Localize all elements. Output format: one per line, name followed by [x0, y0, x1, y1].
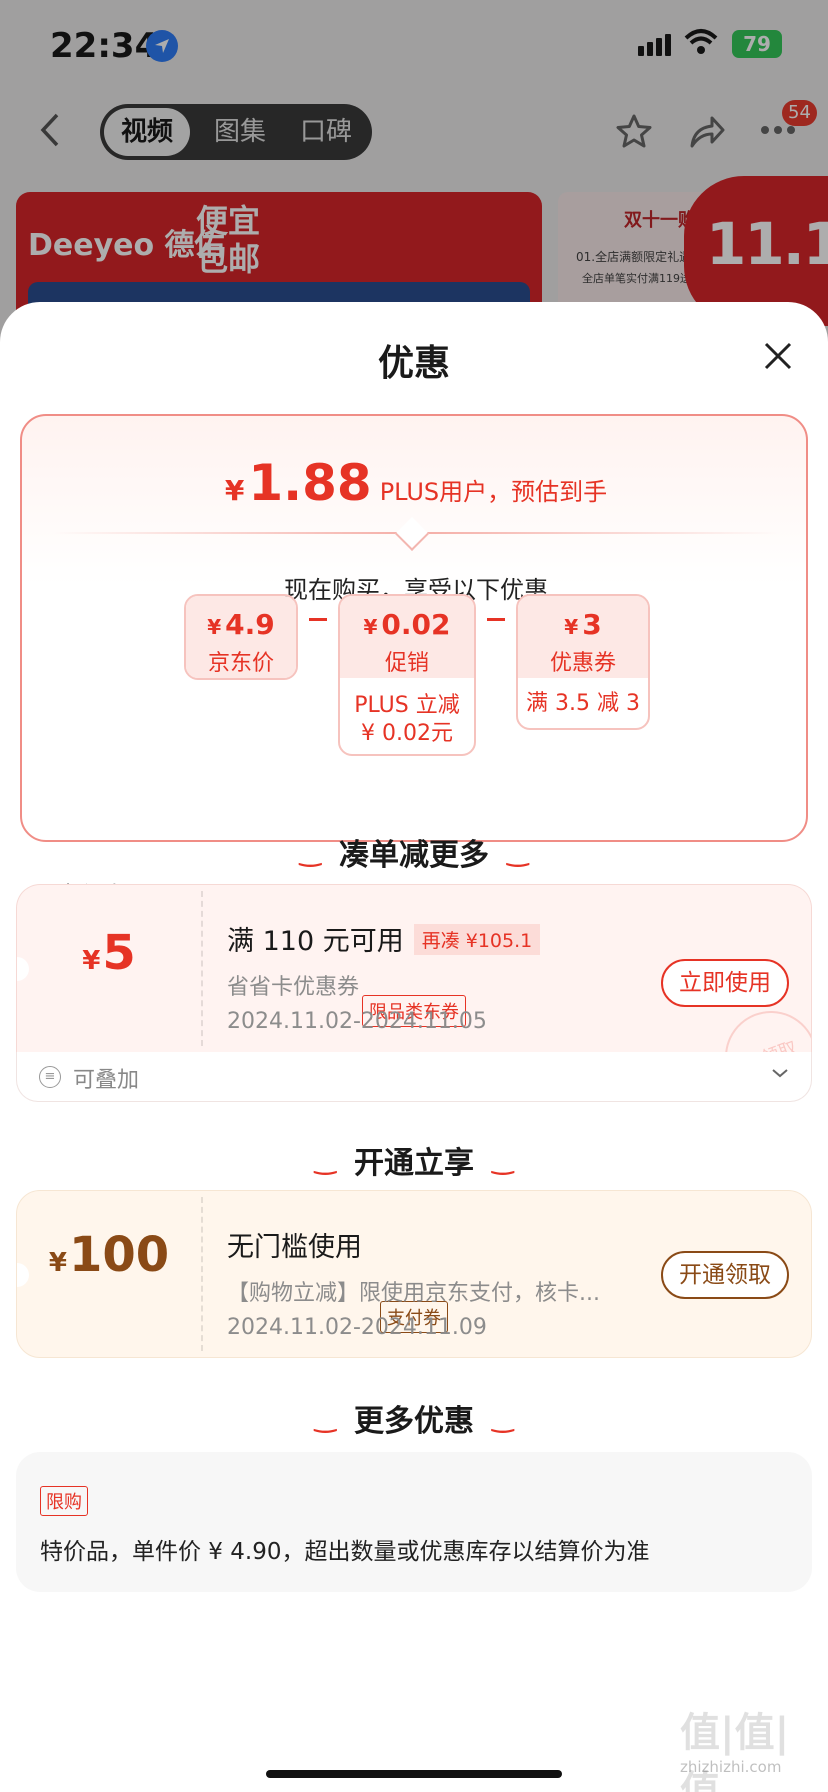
coupon-extra-needed: 再凑 ¥105.1	[413, 924, 541, 955]
coupon-amount: ¥100	[48, 1227, 170, 1283]
price-estimate-card: ¥1.88 PLUS用户，预估到手 现在购买，享受以下优惠 ¥4.9 京东价 ¥0…	[20, 414, 808, 842]
breakdown-amount: 4.9	[225, 608, 275, 641]
site-watermark: 值|值|值	[680, 1710, 790, 1792]
breakdown-coupon: ¥3 优惠券 满 3.5 减 3	[516, 594, 650, 730]
breakdown-detail: ¥ 0.02元	[361, 721, 453, 746]
section-title-more-deals: ‿ 更多优惠 ‿	[314, 1404, 514, 1439]
breakdown-promotion: ¥0.02 促销 PLUS 立减 ¥ 0.02元	[338, 594, 476, 756]
minus-sign	[309, 618, 327, 621]
breakdown-detail: 满 3.5 减 3	[526, 691, 640, 716]
sheet-title: 优惠	[377, 343, 450, 384]
use-now-button[interactable]: 立即使用	[661, 959, 789, 1007]
section-title-open: ‿ 开通立享 ‿	[314, 1146, 514, 1181]
breakdown-label: 京东价	[207, 651, 274, 676]
coupon-divider	[201, 891, 203, 1046]
section-title-more-order: ‿ 凑单减更多 ‿	[299, 838, 529, 873]
breakdown-jd-price: ¥4.9 京东价	[184, 594, 298, 680]
breakdown-amount: 3	[582, 608, 602, 641]
coupon-date: 2024.11.02-2024.11.05	[227, 1009, 487, 1034]
smile-icon: ‿	[314, 1146, 336, 1176]
breakdown-detail: PLUS 立减	[354, 693, 460, 718]
coupon-title: 无门槛使用	[227, 1232, 362, 1263]
price-value: 1.88	[248, 454, 372, 512]
stack-icon: ≡	[39, 1066, 61, 1088]
price-currency: ¥	[224, 474, 245, 507]
estimated-price: ¥1.88 PLUS用户，预估到手	[22, 454, 810, 512]
open-claim-button[interactable]: 开通领取	[661, 1251, 789, 1299]
divider-notch	[395, 517, 429, 551]
stackable-row[interactable]: ≡ 可叠加	[16, 1052, 812, 1102]
close-icon[interactable]	[760, 338, 796, 374]
coupon-title: 满 110 元可用 再凑 ¥105.1	[227, 919, 541, 958]
site-watermark-url: zhizhizhi.com	[680, 1758, 782, 1776]
more-deals-text: 特价品，单件价 ¥ 4.90，超出数量或优惠库存以结算价为准	[40, 1539, 650, 1565]
smile-icon: ‿	[314, 1404, 336, 1434]
discount-sheet: 优惠 ¥1.88 PLUS用户，预估到手 现在购买，享受以下优惠 ¥4.9 京东价…	[0, 302, 828, 1792]
price-note: PLUS用户，预估到手	[379, 478, 608, 506]
minus-sign	[487, 618, 505, 621]
home-indicator	[266, 1770, 562, 1778]
chevron-down-icon[interactable]	[771, 1064, 789, 1083]
more-deals-card: 限购 特价品，单件价 ¥ 4.90，超出数量或优惠库存以结算价为准	[16, 1452, 812, 1592]
smile-icon: ‿	[492, 1146, 514, 1176]
smile-icon: ‿	[507, 838, 529, 868]
stackable-label: 可叠加	[73, 1068, 140, 1093]
coupon-divider	[201, 1197, 203, 1351]
limited-tag: 限购	[40, 1486, 88, 1516]
coupon-date: 2024.11.02-2024.11.09	[227, 1315, 487, 1340]
coupon-card-jd[interactable]: ¥5 限品类东券 满 110 元可用 再凑 ¥105.1 省省卡优惠券 2024.…	[16, 884, 812, 1052]
coupon-amount: ¥5	[82, 925, 136, 981]
coupon-desc: 【购物立减】限使用京东支付，核卡...	[227, 1281, 600, 1306]
smile-icon: ‿	[299, 838, 321, 868]
smile-icon: ‿	[492, 1404, 514, 1434]
coupon-card-pay[interactable]: ¥100 支付券 无门槛使用 【购物立减】限使用京东支付，核卡... 2024.…	[16, 1190, 812, 1358]
coupon-desc: 省省卡优惠券	[227, 975, 360, 1000]
breakdown-amount: 0.02	[381, 608, 451, 641]
